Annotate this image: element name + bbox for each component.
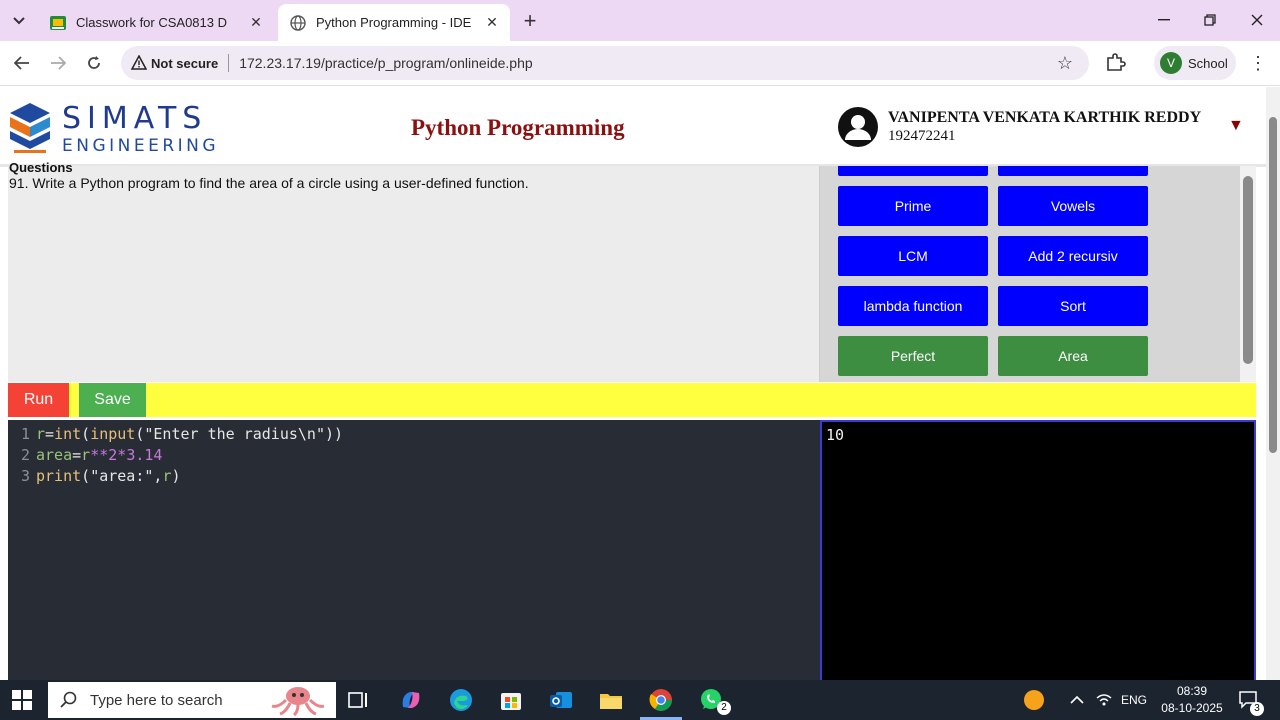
page-scrollbar[interactable] bbox=[1266, 87, 1280, 680]
line-number: 2 bbox=[20, 446, 30, 464]
search-placeholder: Type here to search bbox=[90, 691, 223, 709]
action-bar: Run Save bbox=[8, 383, 1256, 417]
program-button-vowels[interactable]: Vowels bbox=[998, 186, 1148, 226]
reload-icon[interactable] bbox=[82, 51, 106, 75]
search-icon bbox=[60, 691, 77, 708]
restore-icon[interactable] bbox=[1190, 8, 1230, 32]
output-console[interactable]: 10 bbox=[820, 420, 1256, 680]
program-button-sort[interactable]: Sort bbox=[998, 286, 1148, 326]
divider bbox=[228, 54, 230, 72]
file-explorer-icon[interactable] bbox=[598, 687, 624, 713]
program-list-scrollbar[interactable] bbox=[1240, 166, 1256, 382]
close-window-icon[interactable] bbox=[1237, 8, 1277, 32]
back-arrow-icon[interactable] bbox=[10, 51, 34, 75]
user-avatar-icon[interactable] bbox=[838, 107, 878, 147]
edge-icon[interactable] bbox=[448, 687, 474, 713]
brand-subtitle: ENGINEERING bbox=[62, 136, 220, 156]
profile-label: School bbox=[1188, 55, 1228, 71]
code-line[interactable]: 1 r=int(input("Enter the radius\n")) bbox=[8, 424, 343, 445]
taskbar: Type here to search 2 ENG 08:39 08-10-20… bbox=[0, 680, 1280, 720]
question-heading: Questions bbox=[9, 160, 73, 175]
logo-emblem-icon bbox=[10, 103, 50, 153]
code-editor[interactable]: 1 r=int(input("Enter the radius\n")) 2 are… bbox=[8, 420, 820, 680]
weather-sun-icon[interactable] bbox=[1022, 688, 1046, 712]
line-number: 3 bbox=[20, 467, 30, 485]
scrollbar-thumb[interactable] bbox=[1243, 176, 1253, 364]
user-name: VANIPENTA VENKATA KARTHIK REDDY bbox=[888, 109, 1202, 126]
warning-triangle-icon[interactable] bbox=[131, 55, 147, 71]
page-content: SIMATS ENGINEERING Python Programming VA… bbox=[0, 87, 1266, 680]
close-tab-icon[interactable]: ✕ bbox=[482, 13, 502, 33]
forward-arrow-icon[interactable] bbox=[46, 51, 70, 75]
taskbar-search-box[interactable]: Type here to search bbox=[48, 682, 336, 718]
profile-chip[interactable]: V School bbox=[1154, 46, 1236, 80]
program-button-lambda[interactable]: lambda function bbox=[838, 286, 988, 326]
program-button-perfect[interactable]: Perfect bbox=[838, 336, 988, 376]
browser-tab-strip: Classwork for CSA0813 D ✕ Python Program… bbox=[0, 0, 1280, 41]
minimize-icon[interactable] bbox=[1144, 8, 1184, 32]
store-icon[interactable] bbox=[498, 687, 524, 713]
program-list: Prime Vowels LCM Add 2 recursiv lambda f… bbox=[820, 166, 1256, 382]
program-button-hidden[interactable] bbox=[998, 166, 1148, 176]
simats-logo: SIMATS ENGINEERING bbox=[6, 101, 216, 157]
code-line[interactable]: 3 print("area:",r) bbox=[8, 466, 181, 487]
classroom-favicon-icon bbox=[50, 15, 66, 30]
user-id: 192472241 bbox=[888, 128, 956, 144]
close-tab-icon[interactable]: ✕ bbox=[246, 13, 266, 33]
user-menu-triangle-icon[interactable]: ▼ bbox=[1228, 117, 1244, 135]
task-view-icon[interactable] bbox=[346, 687, 372, 713]
program-button-hidden[interactable] bbox=[838, 166, 988, 176]
run-button[interactable]: Run bbox=[8, 383, 69, 417]
windows-start-icon[interactable] bbox=[12, 690, 32, 710]
question-text: 91. Write a Python program to find the a… bbox=[9, 175, 529, 191]
copilot-icon[interactable] bbox=[398, 687, 424, 713]
tab-python-ide[interactable]: Python Programming - IDE ✕ bbox=[278, 4, 510, 41]
brand-name: SIMATS bbox=[62, 101, 208, 136]
new-tab-plus-icon[interactable]: + bbox=[518, 8, 542, 33]
clock-date: 08-10-2025 bbox=[1161, 701, 1223, 715]
notification-badge: 3 bbox=[1250, 702, 1264, 716]
program-button-lcm[interactable]: LCM bbox=[838, 236, 988, 276]
program-button-area[interactable]: Area bbox=[998, 336, 1148, 376]
tab-search-chevron-icon[interactable] bbox=[8, 10, 30, 32]
question-panel: Questions 91. Write a Python program to … bbox=[8, 160, 820, 382]
tab-classwork[interactable]: Classwork for CSA0813 D ✕ bbox=[38, 4, 274, 41]
globe-icon bbox=[290, 14, 306, 31]
output-text: 10 bbox=[826, 426, 845, 444]
security-label[interactable]: Not secure bbox=[151, 56, 218, 71]
tab-title: Python Programming - IDE bbox=[316, 15, 472, 30]
program-button-add-recursive[interactable]: Add 2 recursiv bbox=[998, 236, 1148, 276]
clock-time: 08:39 bbox=[1176, 684, 1208, 698]
program-button-prime[interactable]: Prime bbox=[838, 186, 988, 226]
scrollbar-thumb[interactable] bbox=[1269, 117, 1277, 453]
code-line[interactable]: 2 area=r**2*3.14 bbox=[8, 445, 162, 466]
browser-toolbar: Not secure 172.23.17.19/practice/p_progr… bbox=[0, 41, 1280, 86]
avatar: V bbox=[1160, 52, 1182, 74]
whatsapp-badge: 2 bbox=[717, 701, 731, 715]
address-bar[interactable]: Not secure 172.23.17.19/practice/p_progr… bbox=[121, 46, 1089, 80]
tab-title: Classwork for CSA0813 D bbox=[76, 15, 227, 30]
wifi-icon[interactable] bbox=[1096, 680, 1112, 720]
show-hidden-icons-chevron-icon[interactable] bbox=[1070, 680, 1084, 720]
line-number: 1 bbox=[20, 425, 30, 443]
language-indicator[interactable]: ENG bbox=[1121, 680, 1147, 720]
extensions-puzzle-icon[interactable] bbox=[1104, 52, 1126, 74]
bookmark-star-icon[interactable]: ☆ bbox=[1055, 53, 1075, 73]
browser-menu-icon[interactable]: ⋮ bbox=[1248, 53, 1268, 73]
page-title: Python Programming bbox=[411, 115, 625, 140]
octopus-illustration-icon bbox=[271, 687, 325, 716]
outlook-icon[interactable] bbox=[548, 687, 574, 713]
clock[interactable]: 08:39 08-10-2025 bbox=[1152, 683, 1232, 717]
chrome-icon[interactable] bbox=[648, 687, 674, 713]
url-text[interactable]: 172.23.17.19/practice/p_program/onlineid… bbox=[239, 55, 532, 71]
save-button[interactable]: Save bbox=[79, 383, 146, 417]
